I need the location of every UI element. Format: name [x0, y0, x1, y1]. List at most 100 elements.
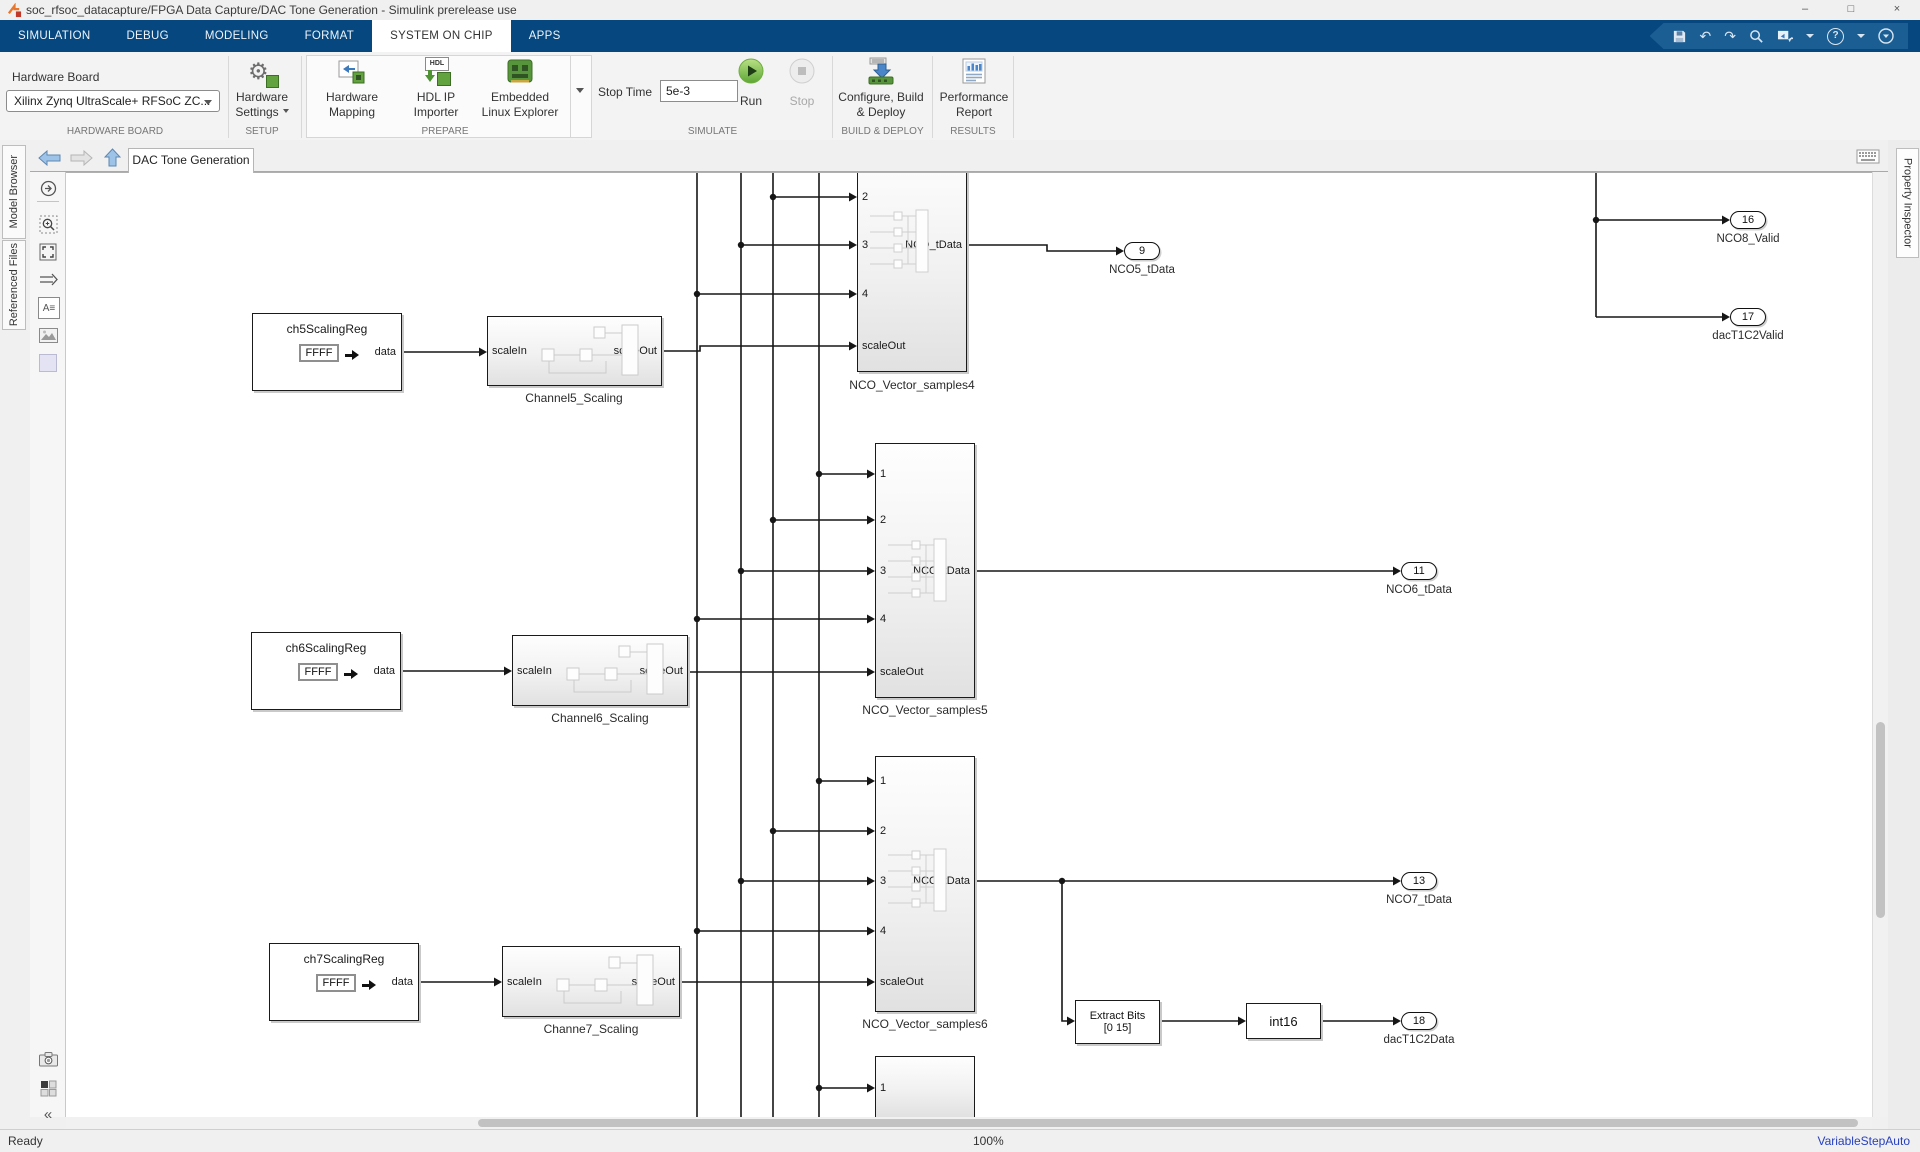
doc-tab-dac-tone-generation[interactable]: DAC Tone Generation	[128, 148, 254, 173]
vertical-scrollbar[interactable]	[1872, 172, 1888, 1117]
model-browser-tab[interactable]: Model Browser	[2, 145, 26, 239]
wire-arrowhead	[1722, 313, 1730, 322]
save-icon[interactable]	[1672, 29, 1687, 44]
image-icon[interactable]	[38, 325, 58, 345]
hdl-ip-importer-button-line2[interactable]: Importer	[400, 105, 472, 119]
tab-system-on-chip[interactable]: SYSTEM ON CHIP	[372, 20, 511, 52]
solver-indicator[interactable]: VariableStepAuto	[1817, 1134, 1910, 1148]
configure-build-deploy-button[interactable]: Configure, Build	[831, 90, 931, 104]
fit-to-view-icon[interactable]	[38, 242, 58, 262]
referenced-files-tab[interactable]: Referenced Files	[2, 240, 26, 330]
model-canvas[interactable]: ch5ScalingReg FFFF data ch6ScalingReg FF…	[66, 172, 1872, 1118]
close-button[interactable]: ×	[1874, 0, 1920, 20]
subsystem-preview	[868, 206, 938, 280]
up-to-parent-icon[interactable]	[104, 148, 121, 167]
viewmarks-icon[interactable]	[38, 1078, 58, 1098]
configure-build-deploy-button-line2[interactable]: & Deploy	[831, 105, 931, 119]
block-ch5-scaling-reg[interactable]: ch5ScalingReg FFFF data	[252, 313, 402, 391]
branch-dot	[816, 778, 822, 784]
block-nco-vector-samples5[interactable]: 1 2 3 4 scaleOut NCO_tData	[875, 443, 975, 698]
branch-dot	[1593, 217, 1599, 223]
tab-debug[interactable]: DEBUG	[108, 20, 186, 52]
block-ch7-scaling-reg[interactable]: ch7ScalingReg FFFF data	[269, 943, 419, 1021]
forward-icon[interactable]	[70, 150, 93, 166]
branch-dot	[1059, 878, 1065, 884]
performance-report-icon	[960, 57, 988, 85]
hardware-board-select[interactable]: Xilinx Zynq UltraScale+ RFSoC ZC...	[6, 90, 220, 112]
tab-format[interactable]: FORMAT	[287, 20, 373, 52]
wire[interactable]	[662, 346, 851, 351]
signal-lines-icon[interactable]	[38, 270, 58, 290]
block-channel6-scaling[interactable]: scaleIn scaleOut	[512, 635, 688, 706]
block-ch6-scaling-reg[interactable]: ch6ScalingReg FFFF data	[251, 632, 401, 710]
back-icon[interactable]	[38, 150, 61, 166]
run-button[interactable]: Run	[726, 94, 776, 108]
register-value: FFFF	[299, 344, 339, 362]
wire[interactable]	[967, 245, 1118, 251]
hardware-mapping-button[interactable]: Hardware	[312, 90, 392, 104]
simulink-window: soc_rfsoc_datacapture/FPGA Data Capture/…	[0, 0, 1920, 1152]
search-icon[interactable]	[1749, 29, 1764, 44]
outport-9[interactable]: 9	[1124, 242, 1160, 260]
block-extract-bits[interactable]: Extract Bits [0 15]	[1075, 1000, 1160, 1044]
performance-report-button-line2[interactable]: Report	[924, 105, 1024, 119]
model-reference-icon[interactable]	[1777, 29, 1793, 44]
performance-report-button[interactable]: Performance	[924, 90, 1024, 104]
keyboard-icon[interactable]	[1856, 149, 1880, 165]
port-1: 1	[880, 1082, 886, 1094]
minimize-button[interactable]: –	[1782, 0, 1828, 20]
tab-simulation[interactable]: SIMULATION	[0, 20, 108, 52]
horizontal-scrollbar[interactable]	[66, 1117, 1872, 1129]
run-icon[interactable]	[738, 58, 764, 84]
collapse-palette-icon[interactable]: «	[38, 1104, 58, 1124]
wire-arrowhead	[1116, 247, 1124, 256]
outport-16[interactable]: 16	[1730, 211, 1766, 229]
block-channel5-scaling[interactable]: scaleIn scaleOut	[487, 316, 662, 386]
wire-arrowhead	[849, 193, 857, 202]
vertical-scrollbar-thumb[interactable]	[1876, 722, 1885, 918]
tab-apps[interactable]: APPS	[511, 20, 579, 52]
zoom-level: 100%	[973, 1134, 1004, 1148]
wire-arrowhead	[867, 927, 875, 936]
area-box-icon[interactable]	[38, 353, 58, 373]
hide-markers-icon[interactable]	[38, 178, 58, 198]
block-label: NCO_Vector_samples6	[840, 1017, 1010, 1031]
block-label: Channe7_Scaling	[506, 1022, 676, 1036]
redo-icon[interactable]: ↷	[1724, 23, 1736, 49]
screenshot-camera-icon[interactable]	[38, 1049, 58, 1069]
hardware-mapping-button-line2[interactable]: Mapping	[312, 105, 392, 119]
outport-18[interactable]: 18	[1401, 1012, 1437, 1030]
hdl-icon-text: HDL	[425, 57, 449, 71]
block-nco-vector-samples7-partial[interactable]: 1	[875, 1056, 975, 1118]
block-int16-cast[interactable]: int16	[1246, 1003, 1321, 1039]
help-icon[interactable]: ?	[1827, 28, 1844, 45]
model-reference-dropdown-caret[interactable]	[1806, 34, 1814, 42]
hardware-settings-button[interactable]: Hardware	[222, 90, 302, 104]
embedded-linux-explorer-button-line2[interactable]: Linux Explorer	[475, 105, 565, 119]
help-dropdown-caret[interactable]	[1857, 34, 1865, 42]
hardware-settings-button-line2[interactable]: Settings	[222, 105, 302, 119]
section-hardware-board: HARDWARE BOARD	[30, 126, 200, 137]
block-nco-vector-samples4[interactable]: 2 3 4 scaleOut NCO_tData	[857, 172, 967, 372]
minimize-toolstrip-icon[interactable]	[1878, 28, 1894, 44]
register-value: FFFF	[316, 974, 356, 992]
outport-11[interactable]: 11	[1401, 562, 1437, 580]
annotation-icon[interactable]: A≡	[38, 297, 60, 319]
gallery-dropdown-caret[interactable]	[576, 88, 584, 97]
outport-13[interactable]: 13	[1401, 872, 1437, 890]
outport-17[interactable]: 17	[1730, 308, 1766, 326]
horizontal-scrollbar-thumb[interactable]	[478, 1119, 1858, 1127]
wire[interactable]	[1062, 881, 1069, 1021]
maximize-button[interactable]: □	[1828, 0, 1874, 20]
block-nco-vector-samples6[interactable]: 1 2 3 4 scaleOut NCO_tData	[875, 756, 975, 1012]
wire-arrowhead	[867, 827, 875, 836]
register-arrow-icon	[344, 669, 363, 679]
zoom-region-icon[interactable]	[38, 214, 58, 234]
property-inspector-tab[interactable]: Property Inspector	[1896, 148, 1919, 258]
block-channel7-scaling[interactable]: scaleIn scaleOut	[502, 946, 680, 1017]
hdl-ip-importer-button[interactable]: HDL IP	[400, 90, 472, 104]
tab-modeling[interactable]: MODELING	[187, 20, 287, 52]
undo-icon[interactable]: ↶	[1700, 23, 1712, 49]
block-label: Channel6_Scaling	[515, 711, 685, 725]
embedded-linux-explorer-button[interactable]: Embedded	[480, 90, 560, 104]
